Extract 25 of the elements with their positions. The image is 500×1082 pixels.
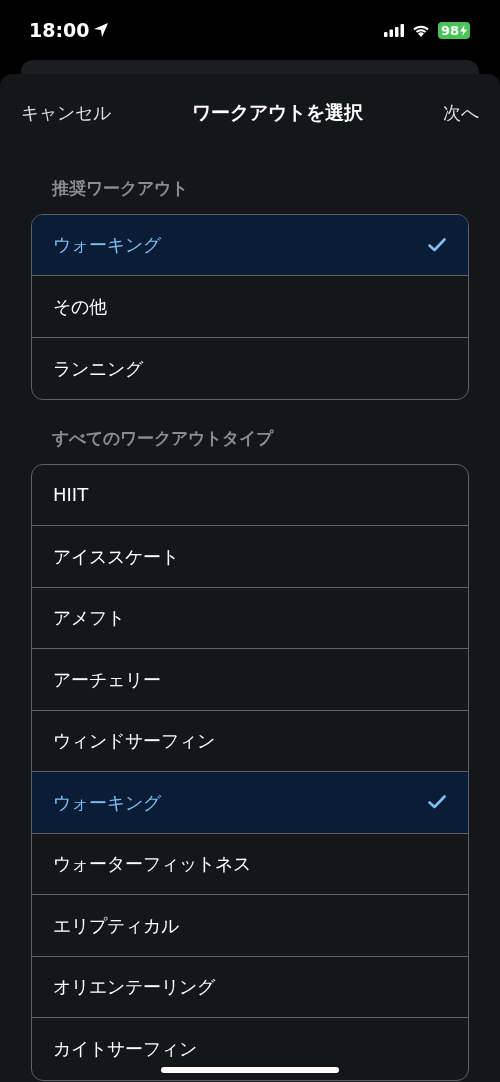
section-header: 推奨ワークアウト [50, 177, 189, 200]
workout-option[interactable]: アメフト [32, 587, 468, 649]
workout-option[interactable]: オリエンテーリング [32, 956, 468, 1018]
battery-level: 98 [437, 21, 470, 39]
workout-option[interactable]: エリプティカル [32, 895, 468, 957]
wifi-icon [411, 23, 430, 37]
checkmark-icon [428, 237, 446, 252]
screen-title: ワークアウトを選択 [191, 99, 363, 125]
workout-option[interactable]: ウォーキング [32, 214, 468, 276]
cancel-button[interactable]: キャンセル [21, 98, 111, 126]
next-button[interactable]: 次へ [443, 98, 479, 126]
workout-option[interactable]: アイススケート [32, 526, 468, 588]
workout-option[interactable]: ウォーターフィットネス [32, 833, 468, 895]
workout-option[interactable]: アーチェリー [32, 649, 468, 711]
checkmark-icon [428, 795, 446, 810]
workout-option[interactable]: ランニング [32, 337, 468, 399]
section-header: すべてのワークアウトタイプ [51, 427, 275, 450]
workout-option[interactable]: カイトサーフィン [32, 1018, 468, 1080]
location-icon [93, 22, 110, 38]
charging-icon [460, 24, 467, 36]
workout-option[interactable]: HIIT [32, 464, 468, 526]
status-time: 18:00 [29, 17, 90, 43]
workout-option[interactable]: その他 [32, 276, 468, 338]
signal-icon [383, 23, 404, 37]
workout-option[interactable]: ウォーキング [32, 772, 468, 834]
